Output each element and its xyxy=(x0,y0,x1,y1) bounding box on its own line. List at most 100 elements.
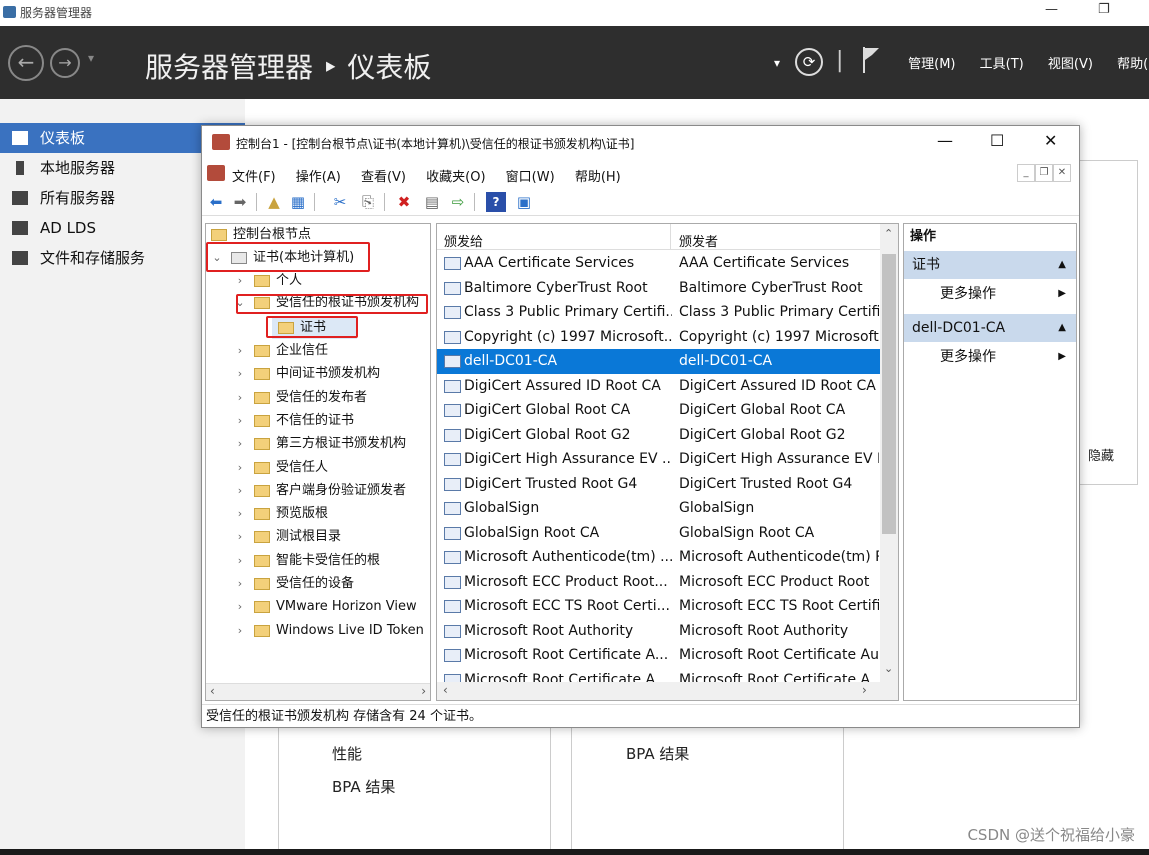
child-close-icon[interactable]: ✕ xyxy=(1053,164,1071,182)
table-row[interactable]: DigiCert Global Root G2 DigiCert Global R… xyxy=(437,423,880,448)
chevron-right-icon[interactable]: › xyxy=(234,363,246,385)
up-folder-icon[interactable]: ▲ xyxy=(264,192,284,212)
child-restore-icon[interactable]: ❐ xyxy=(1035,164,1053,182)
scroll-up-icon[interactable]: ⌃ xyxy=(884,227,893,240)
cut-icon[interactable]: ✂ xyxy=(330,192,350,212)
table-row[interactable]: AAA Certificate Services AAA Certificate … xyxy=(437,251,880,276)
show-hide-tree-icon[interactable]: ▦ xyxy=(288,192,308,212)
list-horizontal-scrollbar[interactable]: ‹ › xyxy=(437,682,898,700)
menu-view[interactable]: 视图(V) xyxy=(1048,57,1093,72)
certificate-icon xyxy=(444,551,461,564)
scroll-right-icon[interactable]: › xyxy=(862,683,867,697)
submenu-arrow-icon: ▶ xyxy=(1058,288,1066,299)
table-row[interactable]: Copyright (c) 1997 Microsoft... Copyright… xyxy=(437,325,880,350)
table-row[interactable]: Class 3 Public Primary Certifi... Class 3… xyxy=(437,300,880,325)
export-list-icon[interactable]: ⇨ xyxy=(448,192,468,212)
tile-performance[interactable]: 性能 xyxy=(332,743,362,764)
properties-icon[interactable]: ▤ xyxy=(422,192,442,212)
collapse-icon[interactable]: ▲ xyxy=(1058,314,1066,342)
folder-icon xyxy=(254,531,270,544)
restore-icon[interactable]: ❐ xyxy=(1098,2,1110,17)
cell-issued-to: dell-DC01-CA xyxy=(464,353,558,369)
table-row[interactable]: Microsoft Authenticode(tm) ... Microsoft … xyxy=(437,545,880,570)
scrollbar-thumb[interactable] xyxy=(882,254,896,534)
highlight-box-computer xyxy=(206,242,370,272)
actions-section-selected-cert[interactable]: dell-DC01-CA ▲ xyxy=(904,314,1076,342)
table-row[interactable]: Microsoft ECC Product Root... Microsoft E… xyxy=(437,570,880,595)
table-row[interactable]: Microsoft Root Certificate A... Microsoft… xyxy=(437,643,880,668)
menu-help[interactable]: 帮助(H) xyxy=(575,170,621,185)
table-row[interactable]: GlobalSign Root CA GlobalSign Root CA xyxy=(437,521,880,546)
list-vertical-scrollbar[interactable]: ⌃ ⌄ xyxy=(880,224,898,682)
chevron-right-icon[interactable]: › xyxy=(234,410,246,432)
delete-icon[interactable]: ✖ xyxy=(394,192,414,212)
close-icon[interactable]: ✕ xyxy=(1044,131,1057,150)
help-icon[interactable]: ? xyxy=(486,192,506,212)
child-minimize-icon[interactable]: _ xyxy=(1017,164,1035,182)
scroll-down-icon[interactable]: ⌄ xyxy=(884,662,893,675)
forward-icon[interactable]: ➡ xyxy=(230,192,250,212)
menu-manage[interactable]: 管理(M) xyxy=(908,57,955,72)
actions-section-certificates[interactable]: 证书 ▲ xyxy=(904,251,1076,279)
scroll-left-icon[interactable]: ‹ xyxy=(443,683,448,697)
copy-icon[interactable]: ⎘ xyxy=(358,192,378,212)
table-row[interactable]: Baltimore CyberTrust Root Baltimore Cyber… xyxy=(437,276,880,301)
column-header-issued-to[interactable]: 颁发给 xyxy=(444,231,483,250)
menu-file[interactable]: 文件(F) xyxy=(232,170,276,185)
scroll-right-icon[interactable]: › xyxy=(421,684,426,698)
tree-horizontal-scrollbar[interactable]: ‹ › xyxy=(206,683,430,700)
maximize-icon[interactable]: ☐ xyxy=(990,131,1004,150)
collapse-icon[interactable]: ▲ xyxy=(1058,251,1066,279)
cell-issued-to: GlobalSign Root CA xyxy=(464,524,600,541)
cell-issued-to: DigiCert Trusted Root G4 xyxy=(464,475,638,492)
chevron-right-icon[interactable]: › xyxy=(234,550,246,572)
tile-bpa-result[interactable]: BPA 结果 xyxy=(626,743,689,764)
refresh-icon[interactable]: ⟳ xyxy=(795,48,823,76)
forward-arrow-icon[interactable]: → xyxy=(50,48,80,78)
hide-link[interactable]: 隐藏 xyxy=(1088,445,1114,464)
tile-bpa-result[interactable]: BPA 结果 xyxy=(332,776,395,797)
back-arrow-icon[interactable]: ← xyxy=(8,45,44,81)
back-icon[interactable]: ⬅ xyxy=(206,192,226,212)
nav-dropdown-icon[interactable]: ▾ xyxy=(88,51,94,65)
menu-window[interactable]: 窗口(W) xyxy=(506,170,555,185)
chevron-right-icon[interactable]: › xyxy=(234,573,246,595)
minimize-icon[interactable]: — xyxy=(1045,2,1058,17)
column-divider[interactable] xyxy=(670,224,671,250)
table-row[interactable]: GlobalSign GlobalSign xyxy=(437,496,880,521)
menu-tools[interactable]: 工具(T) xyxy=(980,57,1024,72)
scroll-left-icon[interactable]: ‹ xyxy=(210,684,215,698)
action-more-actions[interactable]: 更多操作 ▶ xyxy=(904,280,1076,308)
chevron-right-icon[interactable]: › xyxy=(234,340,246,362)
tree-node-label: Windows Live ID Token xyxy=(276,622,424,638)
table-row[interactable]: Microsoft ECC TS Root Certi... Microsoft … xyxy=(437,594,880,619)
table-row[interactable]: DigiCert Global Root CA DigiCert Global R… xyxy=(437,398,880,423)
menu-view[interactable]: 查看(V) xyxy=(361,170,406,185)
show-action-pane-icon[interactable]: ▣ xyxy=(514,192,534,212)
table-row[interactable]: Microsoft Root Authority Microsoft Root A… xyxy=(437,619,880,644)
table-row[interactable]: DigiCert Assured ID Root CA DigiCert Assu… xyxy=(437,374,880,399)
table-row[interactable]: DigiCert High Assurance EV ... DigiCert H… xyxy=(437,447,880,472)
menu-action[interactable]: 操作(A) xyxy=(296,170,341,185)
chevron-right-icon[interactable]: › xyxy=(234,433,246,455)
menu-favorites[interactable]: 收藏夹(O) xyxy=(426,170,485,185)
notifications-flag-icon[interactable] xyxy=(862,46,880,74)
table-row[interactable]: dell-DC01-CA dell-DC01-CA xyxy=(437,349,880,374)
dropdown-icon[interactable]: ▾ xyxy=(774,56,780,70)
certificate-icon xyxy=(444,502,461,515)
server-icon xyxy=(16,161,24,175)
chevron-right-icon[interactable]: › xyxy=(234,620,246,642)
table-row[interactable]: DigiCert Trusted Root G4 DigiCert Trusted… xyxy=(437,472,880,497)
chevron-right-icon[interactable]: › xyxy=(234,270,246,292)
column-header-issued-by[interactable]: 颁发者 xyxy=(679,231,718,250)
minimize-icon[interactable]: — xyxy=(937,131,953,150)
action-more-actions[interactable]: 更多操作 ▶ xyxy=(904,343,1076,371)
chevron-right-icon[interactable]: › xyxy=(234,503,246,525)
chevron-right-icon[interactable]: › xyxy=(234,480,246,502)
chevron-right-icon[interactable]: › xyxy=(234,457,246,479)
chevron-right-icon[interactable]: › xyxy=(234,526,246,548)
menu-help[interactable]: 帮助(H) xyxy=(1117,57,1149,72)
chevron-right-icon[interactable]: › xyxy=(234,387,246,409)
chevron-right-icon[interactable]: › xyxy=(234,596,246,618)
action-label: 更多操作 xyxy=(940,349,996,365)
